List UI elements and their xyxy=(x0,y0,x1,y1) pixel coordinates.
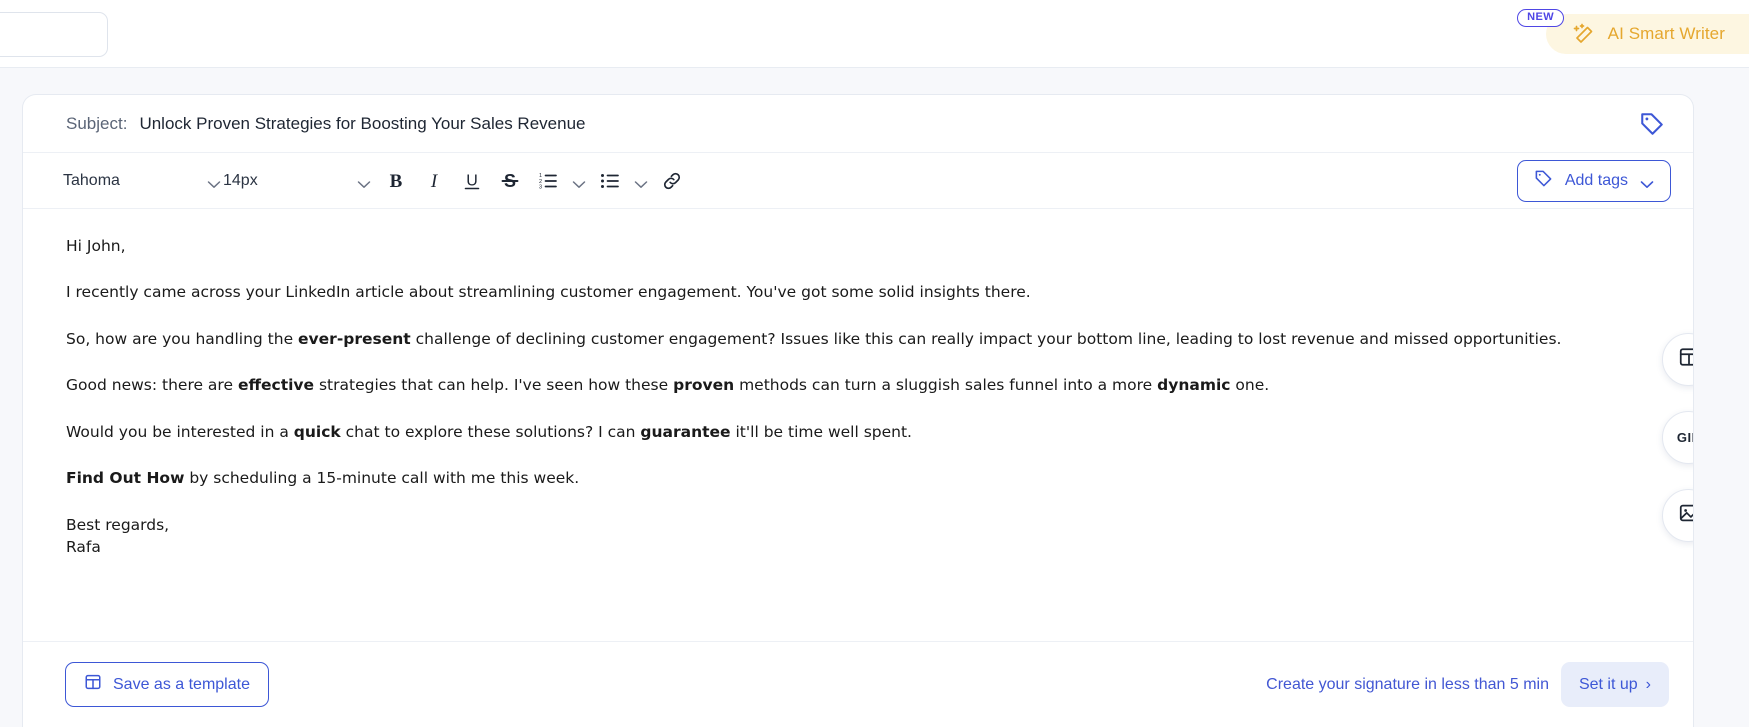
subject-row[interactable]: Subject: Unlock Proven Strategies for Bo… xyxy=(23,95,1693,153)
chevron-down-icon xyxy=(207,176,221,188)
body-paragraph-5: Find Out How by scheduling a 15-minute c… xyxy=(66,469,580,488)
email-body-editor[interactable]: Hi John, I recently came across your Lin… xyxy=(23,209,1693,669)
svg-text:U: U xyxy=(466,172,478,189)
ordered-list-button[interactable]: 1 2 3 xyxy=(529,162,567,200)
side-tools-panel: GIF xyxy=(1662,333,1693,542)
body-paragraph-2: So, how are you handling the ever-presen… xyxy=(66,329,1562,348)
ai-smart-writer-button[interactable]: AI Smart Writer xyxy=(1545,14,1749,54)
unordered-list-options-chevron[interactable] xyxy=(629,164,653,198)
chevron-down-icon xyxy=(572,176,586,188)
underline-button[interactable]: U xyxy=(453,162,491,200)
strikethrough-button[interactable]: S xyxy=(491,162,529,200)
tag-icon xyxy=(1534,169,1553,193)
body-greeting: Hi John, xyxy=(66,237,126,255)
top-header-bar: NEW AI Smart Writer xyxy=(0,0,1749,68)
composer-footer: Save as a template Create your signature… xyxy=(23,641,1693,727)
ai-smart-writer-label: AI Smart Writer xyxy=(1607,24,1725,43)
tag-icon[interactable] xyxy=(1639,111,1665,137)
gif-button[interactable]: GIF xyxy=(1662,411,1693,464)
italic-button[interactable]: I xyxy=(415,162,453,200)
font-size-select[interactable]: 14px xyxy=(223,172,371,190)
new-badge: NEW xyxy=(1517,9,1564,27)
svg-text:B: B xyxy=(390,171,403,192)
template-icon xyxy=(84,673,102,696)
chevron-down-icon xyxy=(1640,176,1654,188)
email-composer-screen: NEW AI Smart Writer Subject: Unlock Prov… xyxy=(0,0,1749,727)
set-it-up-button[interactable]: Set it up › xyxy=(1560,662,1669,707)
set-it-up-label: Set it up xyxy=(1578,675,1638,693)
add-tags-button[interactable]: Add tags xyxy=(1516,159,1671,202)
body-signoff: Best regards, Rafa xyxy=(66,515,170,557)
magic-wand-icon xyxy=(1572,22,1596,46)
subject-label: Subject: xyxy=(66,113,128,133)
formatting-toolbar: Tahoma 14px B I U S 1 2 3 Add tags xyxy=(23,153,1693,209)
font-size-value: 14px xyxy=(223,171,258,189)
template-button[interactable] xyxy=(1662,333,1693,386)
svg-text:3: 3 xyxy=(539,184,542,190)
save-as-template-label: Save as a template xyxy=(113,675,250,693)
signature-hint-link[interactable]: Create your signature in less than 5 min xyxy=(1266,676,1549,694)
subject-input[interactable]: Unlock Proven Strategies for Boosting Yo… xyxy=(139,114,585,134)
body-paragraph-4: Would you be interested in a quick chat … xyxy=(66,422,912,441)
chevron-down-icon xyxy=(634,176,648,188)
image-button[interactable] xyxy=(1662,489,1693,542)
unordered-list-button[interactable] xyxy=(591,162,629,200)
chevron-right-icon: › xyxy=(1645,675,1651,693)
font-family-select[interactable]: Tahoma xyxy=(63,172,221,190)
chevron-down-icon xyxy=(357,176,371,188)
template-icon xyxy=(1678,346,1693,373)
gif-icon: GIF xyxy=(1676,430,1693,445)
composer-card: Subject: Unlock Proven Strategies for Bo… xyxy=(22,94,1694,727)
footer-right-group: Create your signature in less than 5 min… xyxy=(1266,662,1669,707)
body-paragraph-1: I recently came across your LinkedIn art… xyxy=(66,283,1031,302)
image-icon xyxy=(1678,502,1693,529)
top-left-input-box[interactable] xyxy=(0,12,108,57)
link-button[interactable] xyxy=(653,162,691,200)
bold-button[interactable]: B xyxy=(377,162,415,200)
font-family-value: Tahoma xyxy=(63,171,120,189)
ordered-list-options-chevron[interactable] xyxy=(567,164,591,198)
save-as-template-button[interactable]: Save as a template xyxy=(65,662,269,707)
add-tags-label: Add tags xyxy=(1564,171,1628,189)
body-paragraph-3: Good news: there are effective strategie… xyxy=(66,376,1270,395)
svg-text:I: I xyxy=(430,171,439,192)
